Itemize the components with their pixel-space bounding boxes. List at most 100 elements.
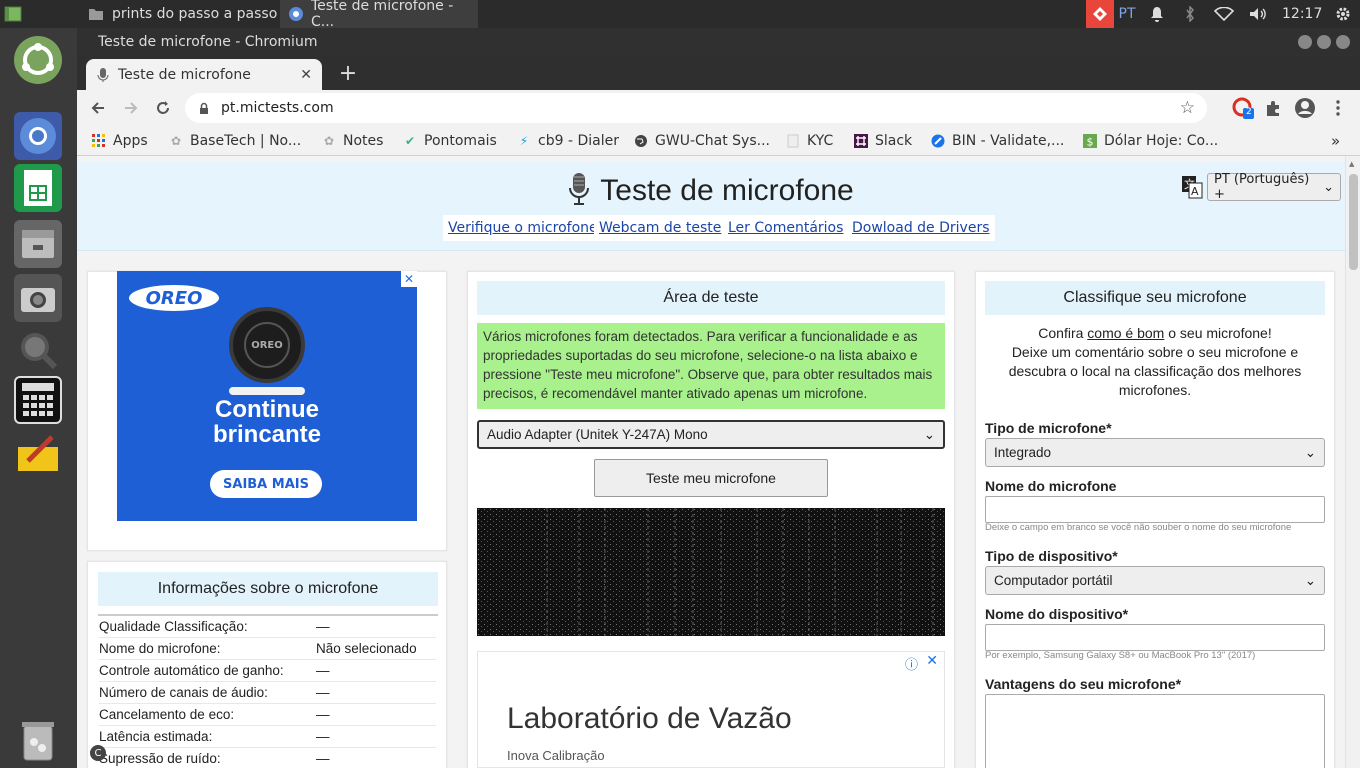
nav-read-comments[interactable]: Ler Comentários xyxy=(723,215,849,241)
info-key: Supressão de ruído: xyxy=(99,751,221,766)
bookmark-basetech[interactable]: ✿ BaseTech | No... xyxy=(168,131,301,151)
nav-check-microphone[interactable]: Verifique o microfone xyxy=(443,215,603,241)
apps-grid-icon xyxy=(91,133,107,149)
anydesk-icon[interactable] xyxy=(1086,0,1114,28)
forward-arrow-icon[interactable] xyxy=(119,96,143,120)
bookmark-star-icon[interactable]: ☆ xyxy=(1180,98,1195,118)
ad-cta-button[interactable]: SAIBA MAIS xyxy=(210,470,322,498)
clock[interactable]: 12:17 xyxy=(1282,0,1322,28)
spreadsheet-icon[interactable] xyxy=(14,164,62,212)
test-microphone-button[interactable]: Teste meu microfone xyxy=(594,459,828,497)
lock-icon xyxy=(200,102,208,114)
bookmark-gwu-chat[interactable]: GWU-Chat Sys... xyxy=(633,131,770,151)
bookmark-notes[interactable]: ✿ Notes xyxy=(321,131,383,151)
tab-strip: Teste de microfone ✕ + xyxy=(77,56,1360,90)
more-menu-icon[interactable] xyxy=(1326,96,1350,120)
ad-close-icon[interactable]: ✕ xyxy=(926,653,938,669)
tab-active[interactable]: Teste de microfone ✕ xyxy=(86,59,322,90)
device-type-select[interactable]: Computador portátil ⌄ xyxy=(985,566,1325,595)
bookmark-label: cb9 - Dialer xyxy=(538,133,619,149)
chromium-icon xyxy=(289,7,303,21)
info-key: Qualidade Classificação: xyxy=(99,619,248,634)
notes-icon[interactable] xyxy=(14,428,62,476)
device-name-hint: Por exemplo, Samsung Galaxy S8+ ou MacBo… xyxy=(985,650,1256,661)
translate-icon[interactable]: 文A xyxy=(1181,175,1203,199)
info-value: — xyxy=(316,663,330,678)
puzzle-icon[interactable] xyxy=(1261,96,1285,120)
volume-icon[interactable] xyxy=(1246,0,1272,28)
info-value: — xyxy=(316,685,330,700)
page-scrollbar[interactable]: ▲ xyxy=(1345,156,1360,768)
maximize-button[interactable] xyxy=(1317,35,1331,49)
bookmark-label: KYC xyxy=(807,133,834,149)
bookmark-label: Notes xyxy=(343,133,384,149)
device-type-value: Computador portátil xyxy=(994,573,1113,588)
site-header: Teste de microfone Verifique o microfone… xyxy=(77,162,1345,251)
wifi-icon[interactable] xyxy=(1211,0,1237,28)
reload-icon[interactable] xyxy=(151,96,175,120)
extension-icon[interactable]: 2 xyxy=(1231,96,1255,120)
rating-heading: Classifique seu microfone xyxy=(985,281,1325,315)
more-bookmarks-icon[interactable]: » xyxy=(1331,131,1340,151)
bookmark-dolar-hoje[interactable]: $ Dólar Hoje: Co... xyxy=(1082,131,1218,151)
gear-icon[interactable] xyxy=(1330,0,1356,28)
calculator-icon[interactable] xyxy=(14,376,62,424)
bookmark-slack[interactable]: Slack xyxy=(853,131,912,151)
info-key: Número de canais de áudio: xyxy=(99,685,268,700)
language-select[interactable]: PT (Português) + ⌄ xyxy=(1207,172,1341,202)
bookmark-kyc[interactable]: KYC xyxy=(785,131,833,151)
check-icon: ✔ xyxy=(404,134,416,148)
bookmark-apps[interactable]: Apps xyxy=(91,131,148,151)
taskbar-item-chromium[interactable]: Teste de microfone - C... xyxy=(280,0,478,30)
bookmark-pontomais[interactable]: ✔ Pontomais xyxy=(402,131,497,151)
intro-text: Deixe um comentário sobre o seu microfon… xyxy=(1008,344,1302,398)
taskbar-label: Teste de microfone - C... xyxy=(310,0,454,30)
info-key: Cancelamento de eco: xyxy=(99,707,235,722)
trash-icon[interactable] xyxy=(14,716,62,764)
close-window-button[interactable] xyxy=(1336,35,1350,49)
bookmark-label: Pontomais xyxy=(424,133,497,149)
ubuntu-icon[interactable] xyxy=(14,36,62,84)
bookmark-cb9-dialer[interactable]: ⚡ cb9 - Dialer xyxy=(516,131,619,151)
close-tab-icon[interactable]: ✕ xyxy=(300,67,312,83)
scroll-up-arrow[interactable]: ▲ xyxy=(1349,160,1354,168)
files-icon[interactable] xyxy=(14,220,62,268)
profile-avatar-icon[interactable] xyxy=(1293,96,1317,120)
minimize-button[interactable] xyxy=(1298,35,1312,49)
how-good-link[interactable]: como é bom xyxy=(1087,325,1164,341)
oreo-ad[interactable]: OREO OREO Continue brincante SAIBA MAIS … xyxy=(117,271,417,521)
lab-ad[interactable]: ⓘ ✕ Laboratório de Vazão Inova Calibraçã… xyxy=(477,651,945,768)
address-bar[interactable]: pt.mictests.com ☆ xyxy=(185,93,1207,123)
extension-badge: 2 xyxy=(1246,107,1252,117)
app-menu-icon[interactable] xyxy=(0,0,26,28)
slack-icon xyxy=(853,133,869,149)
new-tab-button[interactable]: + xyxy=(336,61,360,86)
bookmark-bin-validate[interactable]: BIN - Validate,... xyxy=(930,131,1064,151)
bell-icon[interactable] xyxy=(1144,0,1170,28)
microphone-select[interactable]: Audio Adapter (Unitek Y-247A) Mono ⌄ xyxy=(477,420,945,449)
nav-webcam-test[interactable]: Webcam de teste xyxy=(594,215,727,241)
info-value: — xyxy=(316,619,330,634)
lightning-icon: ⚡ xyxy=(519,134,529,148)
info-key: Nome do microfone: xyxy=(99,641,221,656)
chromium-icon[interactable] xyxy=(14,112,62,160)
keyboard-layout-indicator[interactable]: PT xyxy=(1114,0,1140,28)
bin-icon xyxy=(930,133,946,149)
scrollbar-thumb[interactable] xyxy=(1349,174,1358,270)
back-arrow-icon[interactable] xyxy=(86,96,110,120)
ad-close-icon[interactable]: ✕ xyxy=(401,271,417,287)
ad-info-icon[interactable]: ⓘ xyxy=(905,654,918,673)
magnifier-icon[interactable] xyxy=(14,326,62,374)
camera-icon[interactable] xyxy=(14,274,62,322)
device-name-input[interactable] xyxy=(985,624,1325,651)
ad-title: Laboratório de Vazão xyxy=(507,702,792,735)
mic-type-select[interactable]: Integrado ⌄ xyxy=(985,438,1325,467)
taskbar-item-files[interactable]: prints do passo a passo xyxy=(80,0,285,28)
bluetooth-icon[interactable] xyxy=(1177,0,1203,28)
chevron-down-icon: ⌄ xyxy=(923,426,935,442)
advantages-label: Vantagens do seu microfone* xyxy=(985,676,1182,692)
nav-download-drivers[interactable]: Dowload de Drivers xyxy=(847,215,995,241)
mic-name-input[interactable] xyxy=(985,496,1325,523)
overlay-indicator-icon[interactable]: C xyxy=(90,745,106,761)
advantages-textarea[interactable] xyxy=(985,694,1325,768)
